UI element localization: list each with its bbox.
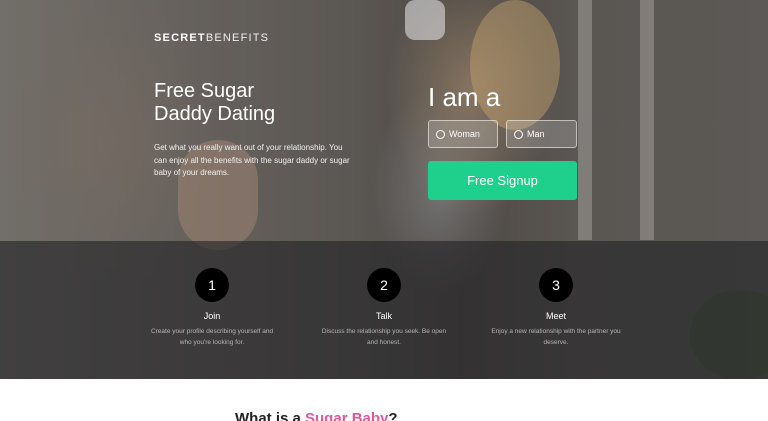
headline-line-2: Daddy Dating <box>154 103 276 125</box>
signup-prompt: I am a <box>428 82 501 112</box>
section-heading-suffix: ? <box>388 410 398 421</box>
section-heading-prefix: What is a <box>235 410 306 421</box>
gender-option-label: Woman <box>449 129 480 139</box>
step-talk: 2 Talk Discuss the relationship you seek… <box>319 268 449 348</box>
step-number-badge: 3 <box>539 268 573 302</box>
logo-thin-text: BENEFITS <box>205 32 270 44</box>
gender-option-label: Man <box>527 129 545 139</box>
step-description: Discuss the relationship you seek. Be op… <box>321 328 447 346</box>
step-meet: 3 Meet Enjoy a new relationship with the… <box>491 268 621 348</box>
free-signup-button[interactable]: Free Signup <box>428 161 577 200</box>
step-number-badge: 1 <box>195 268 229 302</box>
logo-bold-text: SECRET <box>154 32 206 44</box>
headline-line-1: Free Sugar <box>154 80 255 102</box>
site-logo[interactable]: SECRETBENEFITS <box>154 32 269 44</box>
gender-option-woman[interactable]: Woman <box>428 120 498 148</box>
radio-circle-icon[interactable] <box>436 129 445 139</box>
gender-option-man[interactable]: Man <box>506 120 577 148</box>
background-pillar <box>640 0 654 240</box>
section-heading: What is a Sugar Baby? <box>235 410 398 421</box>
hero-headline: Free Sugar Daddy Dating <box>154 80 354 126</box>
section-heading-highlight: Sugar Baby <box>305 410 389 421</box>
step-title: Meet <box>545 311 566 321</box>
step-title: Talk <box>375 311 392 321</box>
hero-photo-phone <box>405 0 445 40</box>
step-title: Join <box>203 311 221 321</box>
background-pillar <box>578 0 592 240</box>
step-join: 1 Join Create your profile describing yo… <box>147 268 277 348</box>
radio-circle-icon[interactable] <box>514 129 523 139</box>
step-number-badge: 2 <box>367 268 401 302</box>
step-description: Create your profile describing yourself … <box>150 328 274 346</box>
hero-description: Get what you really want out of your rel… <box>154 143 350 177</box>
step-description: Enjoy a new relationship with the partne… <box>491 328 621 346</box>
